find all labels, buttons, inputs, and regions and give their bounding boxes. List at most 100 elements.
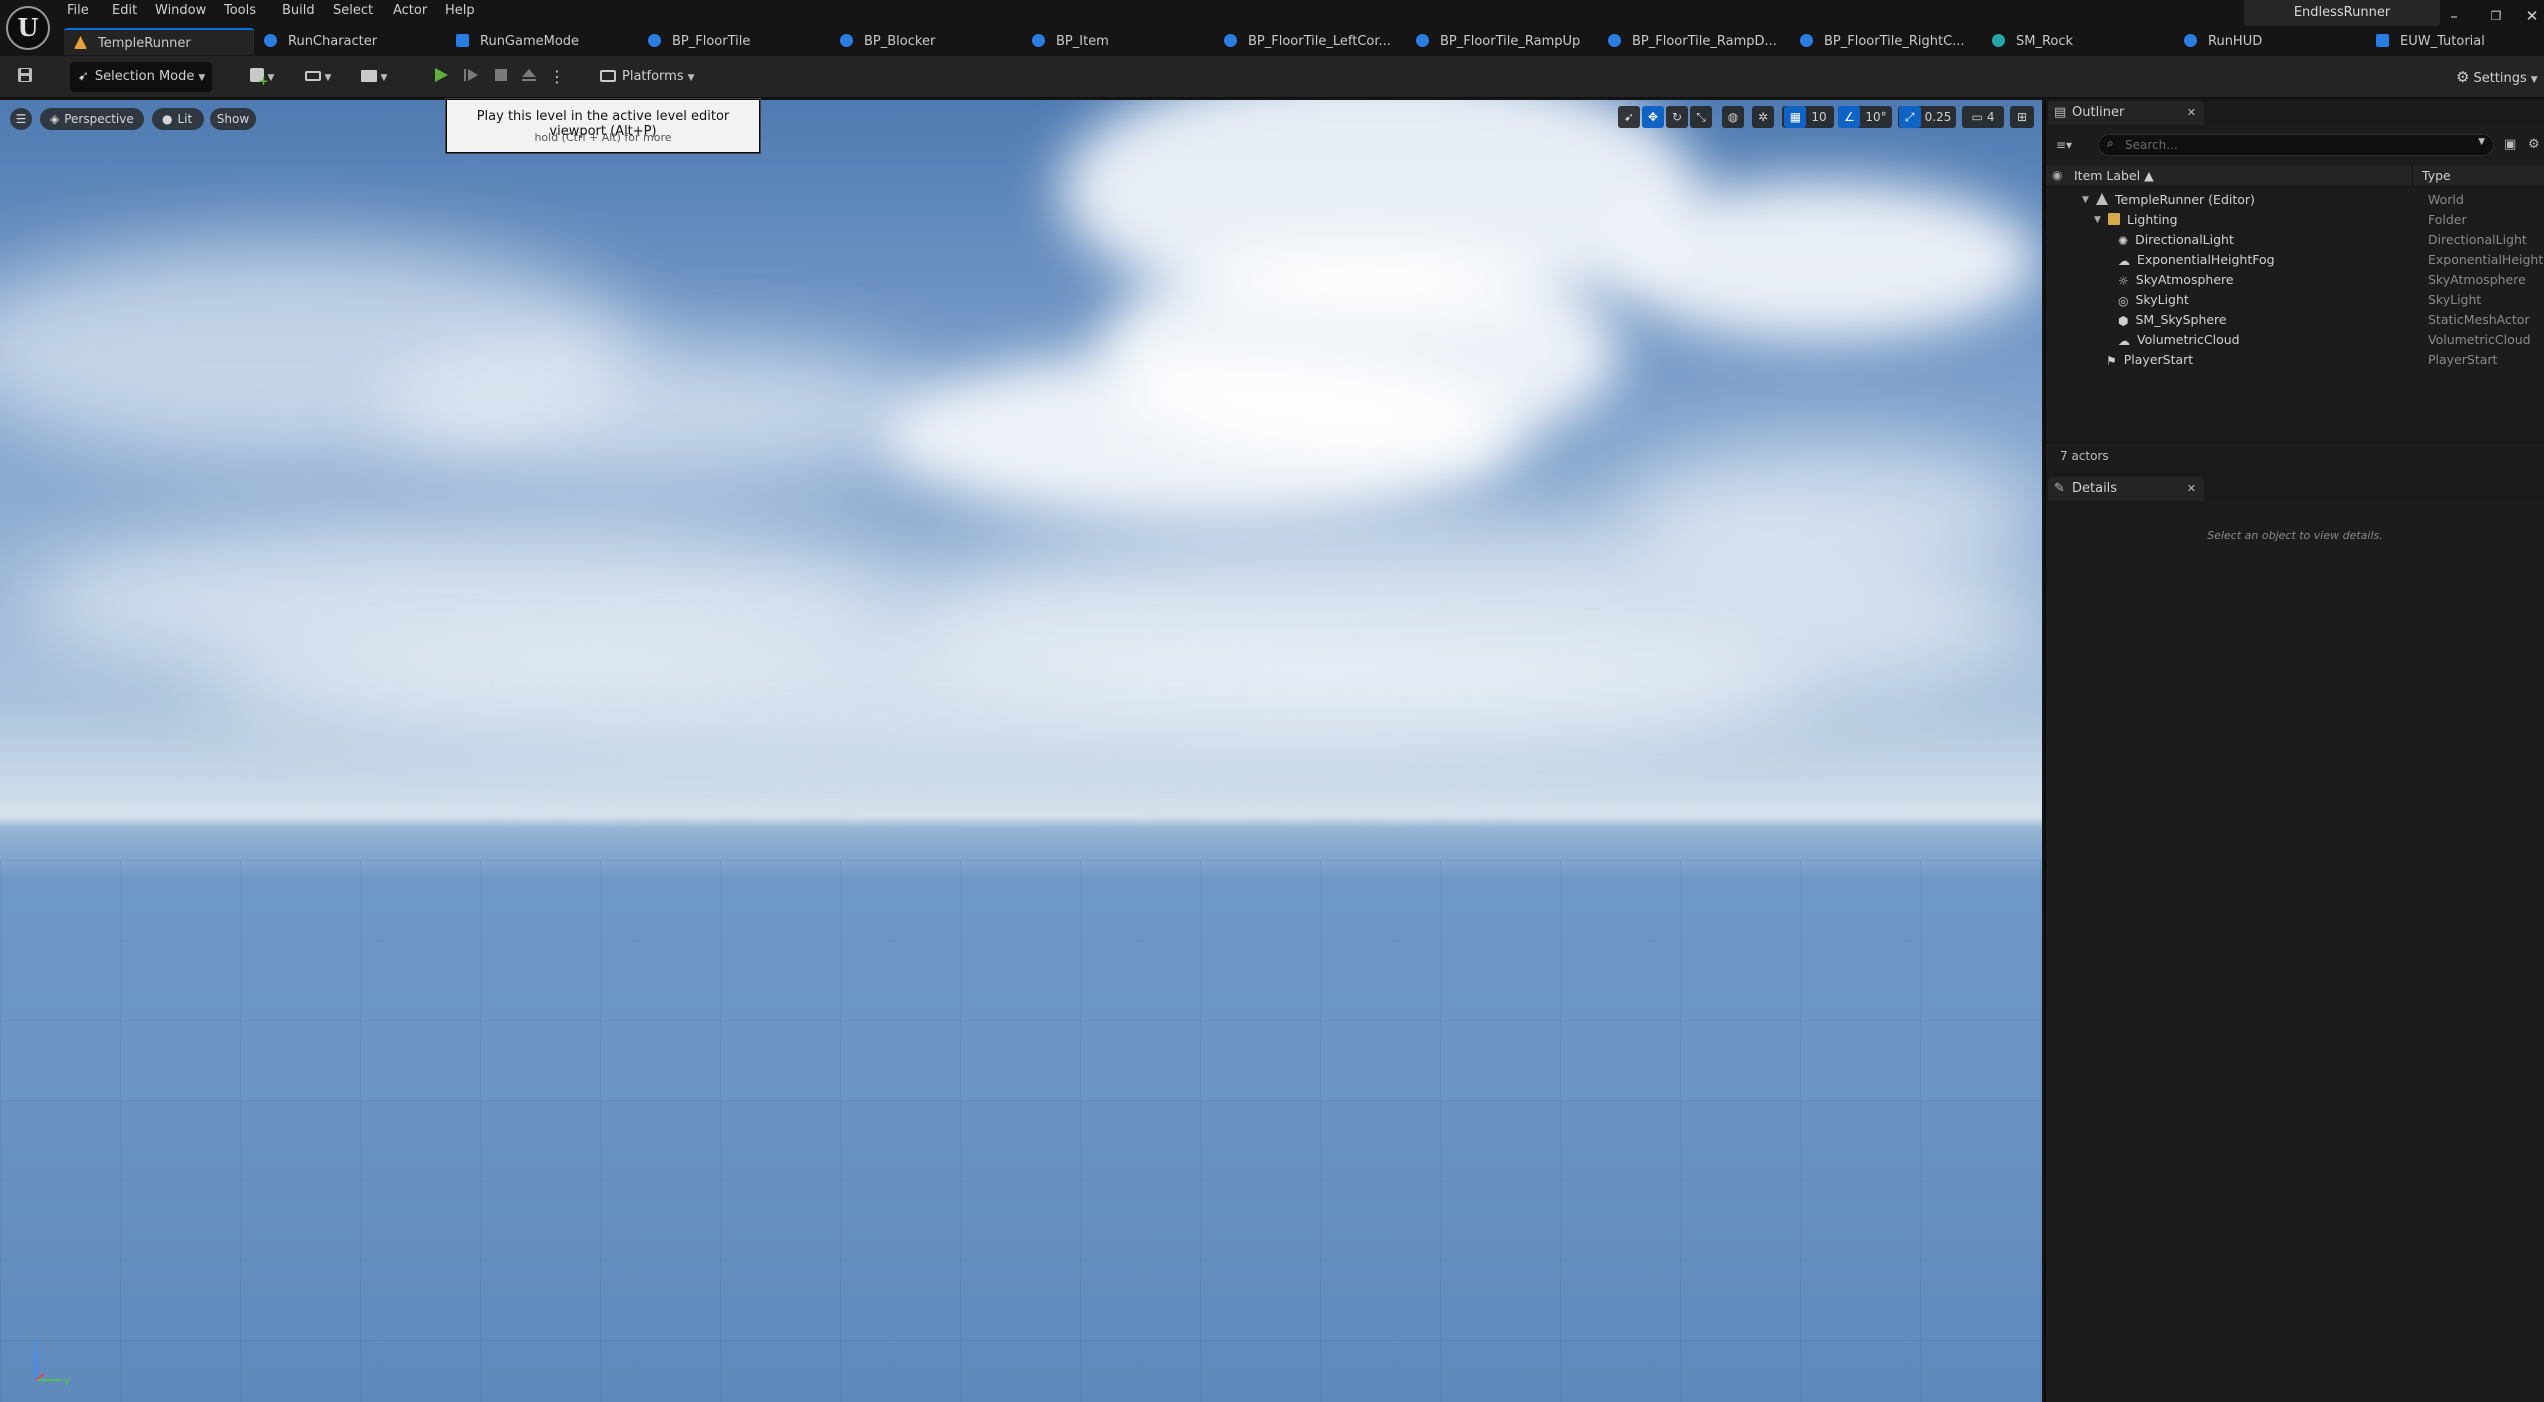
selection-mode-label: Selection Mode [94, 69, 195, 84]
tab-templerunner[interactable]: TempleRunner [64, 28, 254, 55]
tree-row-directionallight[interactable]: ✺ DirectionalLight DirectionalLight [2046, 230, 2544, 250]
row-label: PlayerStart [2123, 352, 2194, 367]
row-type: VolumetricCloud [2428, 332, 2531, 347]
gamemode-icon [456, 34, 469, 47]
camera-icon: ▭ [1971, 110, 1983, 124]
selection-cursor-icon: ➹ [78, 69, 89, 84]
axis-y-label: y [64, 1374, 71, 1387]
tab-bp-item[interactable]: BP_Item [1032, 28, 1109, 55]
tab-bp-blocker[interactable]: BP_Blocker [840, 28, 935, 55]
menu-tools[interactable]: Tools [224, 0, 256, 24]
outliner-tab[interactable]: ▤ Outliner ✕ [2048, 101, 2204, 125]
close-details-icon[interactable]: ✕ [2187, 477, 2196, 501]
tab-sm-rock[interactable]: SM_Rock [1992, 28, 2073, 55]
row-label: Lighting [2127, 212, 2178, 227]
surface-snap-icon[interactable]: ✲ [1752, 106, 1774, 128]
menu-build[interactable]: Build [282, 0, 315, 24]
project-name-box: EndlessRunner [2244, 0, 2440, 26]
tree-row-lighting[interactable]: ▼ Lighting Folder [2046, 210, 2544, 230]
blueprint-icon [840, 34, 853, 47]
tree-row-skylight[interactable]: ◎ SkyLight SkyLight [2046, 290, 2544, 310]
close-outliner-icon[interactable]: ✕ [2187, 101, 2196, 125]
tab-runcharacter[interactable]: RunCharacter [264, 28, 377, 55]
blueprints-button[interactable]: ▼ [298, 62, 338, 92]
angle-icon: ∠ [1838, 106, 1861, 128]
settings-dropdown[interactable]: ⚙ Settings ▼ [2452, 62, 2544, 92]
outliner-search-input[interactable]: ⌕ Search... ▼ [2098, 134, 2494, 156]
tab-rungamemode[interactable]: RunGameMode [456, 28, 579, 55]
expand-arrow-icon[interactable]: ▼ [2082, 190, 2089, 210]
expand-arrow-icon[interactable]: ▼ [2094, 210, 2101, 230]
row-label: TempleRunner (Editor) [2115, 192, 2255, 207]
platforms-label: Platforms [622, 69, 684, 84]
play-button[interactable] [430, 62, 452, 92]
blueprint-graph-icon [304, 71, 321, 81]
advance-frame-button[interactable] [460, 62, 482, 92]
world-coords-icon[interactable]: ◍ [1722, 106, 1744, 128]
add-folder-icon[interactable]: ▣ [2504, 134, 2524, 156]
filter-icon[interactable]: ≡▾ [2056, 134, 2082, 156]
outliner-header: ◉ Item Label ▲ Type [2046, 165, 2544, 187]
grid-snap-value: 10 [1811, 110, 1827, 124]
tree-row-exponentialheightfog[interactable]: ☁ ExponentialHeightFog ExponentialHeightF… [2046, 250, 2544, 270]
sky-atmosphere-icon: ☼ [2118, 274, 2129, 288]
play-options-kebab-icon[interactable]: ⋮ [548, 62, 566, 92]
show-label: Show [216, 112, 250, 126]
rotate-icon[interactable]: ↻ [1666, 106, 1688, 128]
selection-mode-dropdown[interactable]: ➹ Selection Mode ▼ [70, 62, 212, 92]
tab-euw-tutorial[interactable]: EUW_Tutorial [2376, 28, 2485, 55]
grid-snap-toggle[interactable]: ▦ 10 [1782, 106, 1834, 128]
blueprint-icon [1800, 34, 1813, 47]
maximize-viewport-icon[interactable]: ⊞ [2010, 106, 2034, 128]
chevron-down-icon: ▼ [380, 73, 388, 83]
tab-bp-floortile-rampdown[interactable]: BP_FloorTile_RampD... [1608, 28, 1777, 55]
outliner-settings-icon[interactable]: ⚙ [2528, 134, 2544, 156]
view-mode-dropdown[interactable]: ● Lit [152, 108, 204, 130]
type-column[interactable]: Type [2422, 168, 2451, 183]
scale-snap-toggle[interactable]: ⤢ 0.25 [1898, 106, 1956, 128]
tab-bp-floortile-rampup[interactable]: BP_FloorTile_RampUp [1416, 28, 1580, 55]
viewport-options-menu-icon[interactable]: ☰ [10, 108, 32, 130]
tree-row-playerstart[interactable]: ⚑ PlayerStart PlayerStart [2046, 350, 2544, 370]
save-icon[interactable] [12, 62, 38, 92]
tree-row-skyatmosphere[interactable]: ☼ SkyAtmosphere SkyAtmosphere [2046, 270, 2544, 290]
settings-label: Settings [2473, 71, 2527, 86]
menu-actor[interactable]: Actor [393, 0, 427, 24]
eject-button[interactable] [518, 62, 540, 92]
static-mesh-icon: ⬢ [2118, 314, 2129, 328]
blueprint-icon [1224, 34, 1237, 47]
item-label-column[interactable]: Item Label ▲ [2074, 168, 2154, 183]
translate-icon[interactable]: ✥ [1642, 106, 1664, 128]
show-dropdown[interactable]: Show [210, 108, 256, 130]
row-label: ExponentialHeightFog [2137, 252, 2275, 267]
rotation-snap-toggle[interactable]: ∠ 10° [1838, 106, 1892, 128]
tab-bp-floortile-leftcorner[interactable]: BP_FloorTile_LeftCor... [1224, 28, 1391, 55]
visibility-eye-icon[interactable]: ◉ [2052, 168, 2062, 182]
tab-label: SM_Rock [2016, 34, 2074, 49]
stop-button[interactable] [490, 62, 512, 92]
select-mode-icon[interactable]: ➹ [1618, 106, 1640, 128]
cinematics-button[interactable]: ▼ [354, 62, 394, 92]
menu-help[interactable]: Help [445, 0, 475, 24]
level-viewport[interactable]: ☰ ◈ Perspective ● Lit Show z y [0, 100, 2042, 1402]
menu-select[interactable]: Select [333, 0, 373, 24]
platforms-dropdown[interactable]: Platforms ▼ [596, 62, 696, 92]
details-tab[interactable]: ✎ Details ✕ [2048, 477, 2204, 501]
tree-row-sm-skysphere[interactable]: ⬢ SM_SkySphere StaticMeshActor [2046, 310, 2544, 330]
scale-icon[interactable]: ⤡ [1690, 106, 1712, 128]
cloud-icon: ☁ [2118, 334, 2130, 348]
row-label: DirectionalLight [2135, 232, 2234, 247]
menu-file[interactable]: File [67, 0, 89, 24]
menu-window[interactable]: Window [155, 0, 206, 24]
menu-edit[interactable]: Edit [112, 0, 137, 24]
perspective-dropdown[interactable]: ◈ Perspective [40, 108, 144, 130]
camera-speed-button[interactable]: ▭ 4 [1962, 106, 2004, 128]
outliner-icon: ▤ [2054, 105, 2067, 120]
tab-runhud[interactable]: RunHUD [2184, 28, 2262, 55]
unreal-logo-icon[interactable]: U [6, 6, 50, 50]
tab-bp-floortile[interactable]: BP_FloorTile [648, 28, 750, 55]
add-actor-button[interactable]: + ▼ [242, 62, 282, 92]
tree-row-world[interactable]: ▼ TempleRunner (Editor) World [2046, 190, 2544, 210]
tab-bp-floortile-rightcorner[interactable]: BP_FloorTile_RightC... [1800, 28, 1965, 55]
tree-row-volumetriccloud[interactable]: ☁ VolumetricCloud VolumetricCloud [2046, 330, 2544, 350]
